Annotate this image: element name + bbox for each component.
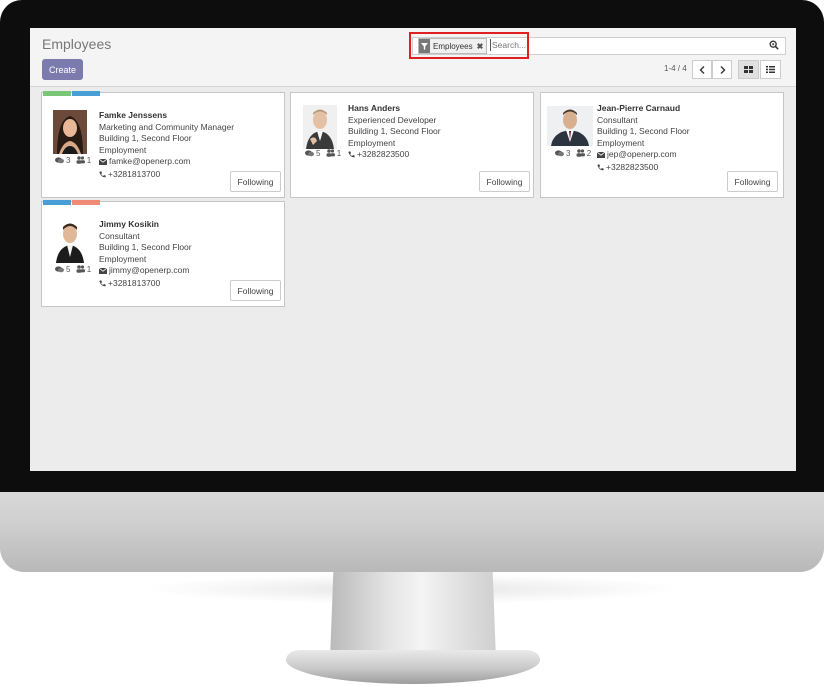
employee-location: Building 1, Second Floor [99,133,192,143]
envelope-icon [98,157,108,169]
employee-department: Employment [99,144,147,155]
following-button[interactable]: Following [479,171,530,192]
pager-value: 1-4 / 4 [664,64,687,73]
employee-name[interactable]: Famke Jenssens [99,110,234,122]
card-stats: 5 1 [55,265,91,275]
comments-icon [55,157,64,166]
followers-icon [576,149,585,159]
tag-salmon [72,200,100,205]
followers-count: 2 [586,149,592,158]
card-tags [43,91,100,96]
employee-name[interactable]: Jimmy Kosikin [99,219,192,231]
employee-card[interactable]: 3 2 Jean-Pierre Carnaud Consultant Build… [540,92,784,198]
employee-email[interactable]: jep@openerp.com [607,149,677,159]
employee-job: Consultant [99,230,140,241]
chevron-left-icon [699,65,704,74]
messages-count: 3 [66,156,71,165]
kanban-view-button[interactable] [738,60,759,79]
create-button[interactable]: Create [42,59,83,80]
employee-location: Building 1, Second Floor [348,126,441,136]
tag-blue [43,200,71,205]
employee-department: Employment [99,253,147,264]
list-view-button[interactable] [760,60,781,79]
followers-icon [326,149,335,159]
employee-card[interactable]: 3 1 Famke Jenssens Marketing and Communi… [41,91,285,198]
employee-department: Employment [348,137,396,148]
messages-count: 5 [316,149,321,158]
envelope-icon [596,150,606,162]
comments-icon [555,150,564,159]
employee-job: Consultant [597,114,638,125]
followers-count: 1 [86,156,92,165]
tag-blue [72,91,100,96]
employee-card[interactable]: 5 1 Jimmy Kosikin Consultant Building 1,… [41,200,285,307]
messages-count: 5 [66,265,71,274]
monitor-stand-foot [286,650,540,684]
app-screen: Employees Create Employees ✖ 1-4 / 4 [30,28,796,471]
following-button[interactable]: Following [230,171,281,192]
tag-green [43,91,71,96]
employee-email[interactable]: jimmy@openerp.com [109,265,189,275]
employee-job: Marketing and Community Manager [99,121,235,132]
employee-info: Hans Anders Experienced Developer Buildi… [348,103,441,162]
employee-card[interactable]: 5 1 Hans Anders Experienced Developer Bu… [290,92,534,198]
phone-icon [99,279,106,291]
followers-count: 1 [336,149,342,158]
employee-phone: +3282823500 [606,161,659,172]
card-stats: 3 1 [55,156,91,166]
employee-location: Building 1, Second Floor [597,126,690,136]
phone-icon [348,150,355,162]
employee-photo [303,105,337,149]
search-highlight-box [409,32,529,59]
card-stats: 3 2 [555,149,591,159]
card-stats: 5 1 [305,149,341,159]
employee-info: Jean-Pierre Carnaud Consultant Building … [596,103,690,175]
employee-phone: +3282823500 [357,149,410,159]
envelope-icon [98,266,108,278]
control-panel: Employees Create Employees ✖ 1-4 / 4 [30,28,796,87]
followers-count: 1 [86,265,92,274]
employee-photo [547,106,593,146]
employee-phone: +3281813700 [108,277,161,288]
phone-icon [597,163,604,175]
following-button[interactable]: Following [727,171,778,192]
employee-location: Building 1, Second Floor [99,242,192,252]
employee-department: Employment [597,137,645,148]
followers-icon [76,156,85,166]
comments-icon [305,150,314,159]
grid-icon [744,66,753,73]
followers-icon [76,265,85,275]
monitor-stand-neck [330,572,496,660]
employee-name[interactable]: Hans Anders [348,103,441,115]
employee-info: Jimmy Kosikin Consultant Building 1, Sec… [98,219,192,291]
employee-name[interactable]: Jean-Pierre Carnaud [597,103,690,115]
page-title: Employees [42,36,112,52]
monitor-chin [0,492,824,572]
comments-icon [55,266,64,275]
search-icon[interactable] [769,40,779,50]
chevron-right-icon [720,65,725,74]
phone-icon [99,170,106,182]
employee-photo [53,110,87,154]
messages-count: 3 [566,149,571,158]
pager-previous-button[interactable] [692,60,712,79]
employee-email[interactable]: famke@openerp.com [109,156,190,166]
card-tags [43,200,100,205]
following-button[interactable]: Following [230,280,281,301]
pager-next-button[interactable] [712,60,732,79]
employee-info: Famke Jenssens Marketing and Community M… [98,110,235,182]
list-icon [766,66,775,73]
employee-job: Experienced Developer [348,114,437,125]
employee-photo [53,219,87,263]
employee-phone: +3281813700 [108,168,161,179]
